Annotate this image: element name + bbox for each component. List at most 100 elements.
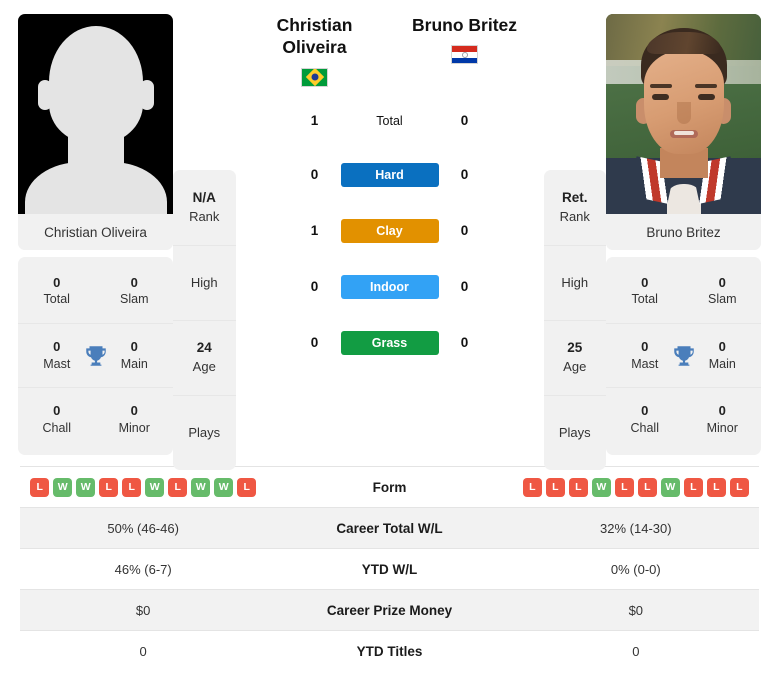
right-info-age-value: 25 <box>567 340 583 356</box>
right-titles-row-chall-minor: 0 Chall 0 Minor <box>606 387 761 451</box>
surface-breakdown-rows: 1 Total 0 0 Hard 0 1 Clay 0 0 Indoor 0 0… <box>236 95 544 371</box>
right-info-high-label: High <box>561 274 589 290</box>
right-info-plays: Plays <box>543 395 606 470</box>
h2h-indoor-badge[interactable]: Indoor <box>340 274 439 299</box>
left-info-rank-label: Rank <box>189 208 220 224</box>
table-row-ytd-titles: 0 YTD Titles 0 <box>20 630 759 671</box>
h2h-row-total: 1 Total 0 <box>236 95 544 147</box>
right-titles-minor-label: Minor <box>706 420 738 435</box>
right-info-rank-value: Ret. <box>561 189 588 205</box>
left-player-info-card: N/A Rank High 24 Age Plays <box>173 170 236 470</box>
form-badge-loss: L <box>545 477 565 497</box>
form-badge-win: W <box>53 477 73 497</box>
right-titles-chall: 0 Chall <box>606 388 684 451</box>
right-titles-total-value: 0 <box>641 274 649 290</box>
brazil-flag <box>301 67 328 87</box>
table-row-form: LWWLLWLWWL Form LLLWLLWLLL <box>20 466 759 507</box>
table-label-form: Form <box>372 479 407 495</box>
right-titles-slam-label: Slam <box>708 292 737 307</box>
left-info-high-label: High <box>190 274 218 290</box>
left-player-titles-card: 0 Total 0 Slam 0 Mast 0 Main 0 Chall 0 M… <box>18 257 173 455</box>
form-badge-loss: L <box>168 477 188 497</box>
h2h-hard-badge[interactable]: Hard <box>340 162 439 187</box>
paraguay-flag-blue-band <box>452 57 477 64</box>
photo-hair-fringe <box>646 32 721 54</box>
right-titles-row-total-slam: 0 Total 0 Slam <box>606 259 761 323</box>
left-player-name-line1: Christian <box>276 15 353 35</box>
left-player-photo-card[interactable]: Christian Oliveira <box>18 14 173 250</box>
table-label-career-total-wl: Career Total W/L <box>336 520 443 536</box>
left-titles-mast-label: Mast <box>43 356 71 371</box>
left-player-photo-placeholder <box>18 14 173 214</box>
left-form-badges: LWWLLWLWWL <box>30 477 257 497</box>
table-row-career-total-wl: 50% (46-46) Career Total W/L 32% (14-30) <box>20 507 759 548</box>
h2h-hard-left-score: 0 <box>310 167 319 183</box>
h2h-indoor-right-score: 0 <box>460 279 469 295</box>
right-ytd-wl: 0% (0-0) <box>610 561 661 577</box>
left-titles-chall-label: Chall <box>42 420 72 435</box>
form-badge-win: W <box>591 477 611 497</box>
right-titles-row-mast-main: 0 Mast 0 Main <box>606 323 761 387</box>
right-info-rank: Ret. Rank <box>544 170 607 245</box>
h2h-grass-badge[interactable]: Grass <box>340 330 439 355</box>
form-badge-win: W <box>660 477 680 497</box>
h2h-indoor-left-score: 0 <box>310 279 319 295</box>
left-info-rank-value: N/A <box>192 189 216 205</box>
left-titles-row-chall-minor: 0 Chall 0 Minor <box>18 387 173 451</box>
right-player-name-block[interactable]: Bruno Britez <box>390 14 540 87</box>
right-titles-minor-value: 0 <box>718 403 726 419</box>
right-form-cell: LLLWLLWLLL <box>513 477 759 497</box>
left-titles-row-total-slam: 0 Total 0 Slam <box>18 259 173 323</box>
form-badge-loss: L <box>637 477 657 497</box>
right-titles-minor: 0 Minor <box>684 388 762 451</box>
form-badge-win: W <box>145 477 165 497</box>
left-player-column: Christian Oliveira 0 Total 0 Slam 0 Mast… <box>0 0 173 455</box>
left-titles-minor-label: Minor <box>118 420 150 435</box>
right-player-name-line1: Bruno Britez <box>412 15 517 35</box>
right-player-photo <box>606 14 761 214</box>
left-info-age-value: 24 <box>196 340 212 356</box>
right-player-photo-caption: Bruno Britez <box>606 214 761 250</box>
form-badge-loss: L <box>237 477 257 497</box>
table-row-career-prize-money: $0 Career Prize Money $0 <box>20 589 759 630</box>
h2h-total-right-score: 0 <box>460 113 469 129</box>
form-badge-win: W <box>214 477 234 497</box>
form-badge-loss: L <box>122 477 142 497</box>
left-titles-main-label: Main <box>120 356 148 371</box>
h2h-grass-left-score: 0 <box>310 335 319 351</box>
trophy-icon <box>83 343 109 369</box>
right-form-badges: LLLWLLWLLL <box>522 477 749 497</box>
h2h-clay-badge[interactable]: Clay <box>340 218 439 243</box>
left-titles-slam-value: 0 <box>130 274 138 290</box>
h2h-row-grass: 0 Grass 0 <box>236 315 544 371</box>
right-info-age-label: Age <box>563 359 587 375</box>
left-titles-minor: 0 Minor <box>96 388 174 451</box>
h2h-total-label: Total <box>376 113 403 128</box>
left-titles-total-value: 0 <box>53 274 61 290</box>
left-titles-slam-label: Slam <box>120 292 149 307</box>
left-titles-mast-value: 0 <box>53 339 61 355</box>
right-player-info-card: Ret. Rank High 25 Age Plays <box>543 170 607 470</box>
right-player-column: Bruno Britez 0 Total 0 Slam 0 Mast 0 Mai… <box>606 0 779 455</box>
trophy-icon <box>671 343 697 369</box>
photo-nose <box>676 102 691 124</box>
left-titles-main-value: 0 <box>130 339 138 355</box>
left-info-plays: Plays <box>173 395 236 470</box>
left-info-age: 24 Age <box>173 320 236 395</box>
left-career-prize-money: $0 <box>135 602 151 618</box>
brazil-flag-globe <box>311 73 318 81</box>
left-titles-total-label: Total <box>43 292 70 307</box>
left-player-name-line2: Oliveira <box>282 37 347 58</box>
right-player-photo-card[interactable]: Bruno Britez <box>606 14 761 250</box>
right-titles-chall-value: 0 <box>641 403 649 419</box>
table-label-ytd-titles: YTD Titles <box>356 643 423 659</box>
stats-comparison-table: LWWLLWLWWL Form LLLWLLWLLL 50% (46-46) C… <box>20 466 759 671</box>
comparison-header: Christian Oliveira 0 Total 0 Slam 0 Mast… <box>0 0 779 470</box>
form-badge-loss: L <box>706 477 726 497</box>
form-badge-loss: L <box>568 477 588 497</box>
photo-eye-right <box>698 94 715 100</box>
left-info-high: High <box>173 245 236 320</box>
left-player-name-block[interactable]: Christian Oliveira <box>240 14 390 87</box>
left-info-rank: N/A Rank <box>173 170 236 245</box>
photo-eyebrow-left <box>650 84 672 88</box>
